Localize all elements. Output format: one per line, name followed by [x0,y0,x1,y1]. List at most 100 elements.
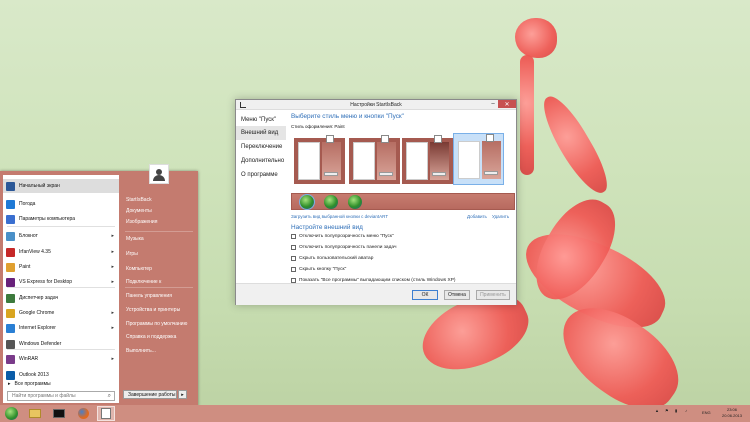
taskbar: ▲ ⚑ ▮ ♪ ENG 23:06 20.06.2013 [0,405,750,422]
checkbox[interactable] [291,245,296,250]
dialog-title: Настройки StartIsBack [350,101,402,108]
program-item[interactable]: IrfanView 4.35 ▸ [3,245,119,259]
start-right-item[interactable]: Устройства и принтеры [126,307,180,313]
menu-preview [298,142,320,180]
checkbox[interactable] [291,256,296,261]
program-item[interactable]: VS Express for Desktop ▸ [3,275,119,289]
program-item[interactable]: Погода [3,197,119,211]
start-right-item[interactable]: Документы [126,208,152,214]
start-orb-option[interactable] [299,194,315,210]
tray-show-hidden-icon[interactable]: ▲ [655,408,659,413]
program-item[interactable]: Параметры компьютера [3,212,119,226]
ok-button[interactable]: ОК [412,290,438,300]
style-thumbnail-selected[interactable] [453,133,504,185]
program-icon [6,181,15,191]
start-right-item[interactable]: Подключение к [126,279,161,285]
remove-link[interactable]: Удалить [492,214,509,219]
start-right-item[interactable]: Музыка [126,236,144,242]
option-row[interactable]: Отключить полупрозрачность панели задач [291,245,396,250]
language-indicator[interactable]: ENG [702,410,711,415]
search-input[interactable]: Найти программы и файлы ⌕ [7,391,115,401]
program-label: Блокнот [19,233,38,239]
cancel-label: Отмена [448,292,466,298]
start-right-item[interactable]: Выполнить... [126,348,156,354]
program-label: Internet Explorer [19,325,56,331]
user-icon [486,134,494,142]
start-right-item[interactable]: StartIsBack [126,197,152,203]
nav-start-menu[interactable]: Меню "Пуск" [236,113,286,127]
taskbar-firefox[interactable] [74,406,92,421]
firefox-icon [77,408,89,419]
start-button[interactable] [2,406,20,421]
nav-appearance[interactable]: Внешний вид [236,126,286,140]
program-item[interactable]: Google Chrome ▸ [3,306,119,320]
nav-about[interactable]: О программе [236,168,286,182]
start-button-picker [291,193,515,210]
chevron-right-icon: ▸ [181,391,184,398]
program-label: Google Chrome [19,310,55,316]
appearance-heading: Настройте внешний вид [291,224,363,231]
program-item[interactable]: Начальный экран [3,179,119,193]
program-item[interactable]: Блокнот ▸ [3,229,119,243]
flag-icon[interactable]: ⚑ [665,408,669,413]
program-item[interactable]: Диспетчер задач [3,291,119,305]
program-item[interactable]: WinRAR ▸ [3,352,119,366]
start-right-item[interactable]: Панель управления [126,293,172,299]
load-from-deviantart-link[interactable]: Загрузить вид выбранной кнопки с deviant… [291,214,388,219]
program-item[interactable]: Outlook 2013 [3,368,119,382]
nav-label: Дополнительно [241,158,285,164]
submenu-arrow-icon: ▸ [111,249,114,255]
start-right-item[interactable]: Справка и поддержка [126,334,176,340]
program-item[interactable]: Windows Defender [3,337,119,351]
style-thumbnail[interactable] [349,135,400,184]
checkbox[interactable] [291,234,296,239]
taskbar-cmd[interactable] [50,406,68,421]
option-row[interactable]: Скрыть пользовательский аватар [291,256,373,261]
shutdown-preview [432,172,446,176]
clock[interactable]: 23:06 20.06.2013 [717,407,747,419]
shutdown-options-button[interactable]: ▸ [178,390,187,399]
program-item[interactable]: Paint ▸ [3,260,119,274]
option-row[interactable]: Отключить полупрозрачность меню "Пуск" [291,234,394,239]
start-orb-option[interactable] [324,195,338,209]
nav-switching[interactable]: Переключение [236,140,286,154]
apply-button[interactable]: Применить [476,290,510,300]
search-placeholder: Найти программы и файлы [12,393,76,399]
program-label: Параметры компьютера [19,216,76,222]
windows-orb-icon [4,407,18,420]
start-right-item[interactable]: Программы по умолчанию [126,321,187,327]
start-right-item[interactable]: Игры [126,251,138,257]
wallpaper-petal [515,18,557,58]
close-button[interactable]: ✕ [498,100,516,108]
program-label: Диспетчер задач [19,295,59,301]
style-label: Стиль оформления: Paint [291,124,345,129]
style-thumbnail[interactable] [402,135,453,184]
program-icon [6,339,15,349]
volume-icon[interactable]: ♪ [685,408,687,413]
submenu-arrow-icon: ▸ [111,264,114,270]
program-label: WinRAR [19,356,39,362]
style-thumbnail[interactable] [294,135,345,184]
taskbar-explorer[interactable] [26,406,44,421]
program-label: Начальный экран [19,183,60,189]
option-row[interactable]: Скрыть кнопку "Пуск" [291,267,346,272]
add-link[interactable]: Добавить [467,214,487,219]
program-icon [6,370,15,380]
network-icon[interactable]: ▮ [675,408,677,413]
nav-advanced[interactable]: Дополнительно [236,154,286,168]
user-icon [326,135,334,143]
avatar[interactable] [149,164,169,184]
checkbox[interactable] [291,267,296,272]
option-label: Отключить полупрозрачность панели задач [299,245,397,250]
style-thumbnails [291,131,517,189]
cancel-button[interactable]: Отмена [444,290,470,300]
shutdown-button[interactable]: Завершение работы [123,390,177,399]
minimize-button[interactable]: – [488,100,498,108]
program-item[interactable]: Internet Explorer ▸ [3,321,119,335]
submenu-arrow-icon: ▸ [111,325,114,331]
start-orb-option[interactable] [348,195,362,209]
start-right-item[interactable]: Компьютер [126,266,152,272]
start-right-item[interactable]: Изображения [126,219,157,225]
taskbar-startisback[interactable] [97,406,115,421]
menu-preview [406,142,428,180]
